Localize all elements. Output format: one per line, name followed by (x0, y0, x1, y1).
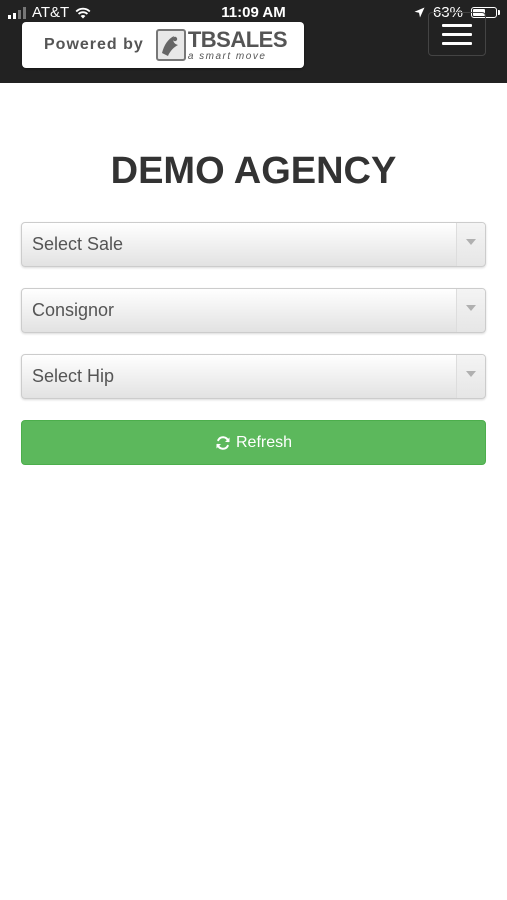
refresh-button[interactable]: Refresh (21, 420, 486, 465)
powered-by-label: Powered by (44, 36, 144, 53)
hamburger-line (442, 32, 472, 36)
select-hip-dropdown[interactable]: Select Hip (21, 354, 486, 399)
refresh-icon (216, 435, 230, 450)
logo-name: TBSALES (187, 26, 288, 52)
consignor-arrow[interactable] (456, 289, 485, 332)
chevron-down-icon (466, 239, 476, 245)
hamburger-line (442, 41, 472, 45)
select-sale-value: Select Sale (32, 234, 124, 254)
hamburger-menu-button[interactable] (428, 12, 486, 56)
page-title: DEMO AGENCY (110, 150, 397, 192)
tbsales-logo-icon (155, 29, 186, 61)
refresh-label: Refresh (235, 433, 293, 451)
top-navbar: AT&T 11:09 AM 63% Powered by TBSALES a s… (0, 0, 507, 83)
select-hip-value: Select Hip (32, 366, 115, 386)
chevron-down-icon (466, 371, 476, 377)
chevron-down-icon (466, 305, 476, 311)
hamburger-menu-icon (442, 23, 472, 27)
consignor-value: Consignor (32, 300, 115, 320)
logo-tagline: a smart move (187, 50, 267, 62)
consignor-dropdown[interactable]: Consignor (21, 288, 486, 333)
location-arrow-icon (414, 7, 425, 18)
logo-text: TBSALES a smart move (187, 26, 288, 62)
select-sale-arrow[interactable] (456, 223, 485, 266)
select-hip-arrow[interactable] (456, 355, 485, 398)
select-sale-dropdown[interactable]: Select Sale (21, 222, 486, 267)
powered-by-logo[interactable]: Powered by TBSALES a smart move (22, 22, 304, 68)
